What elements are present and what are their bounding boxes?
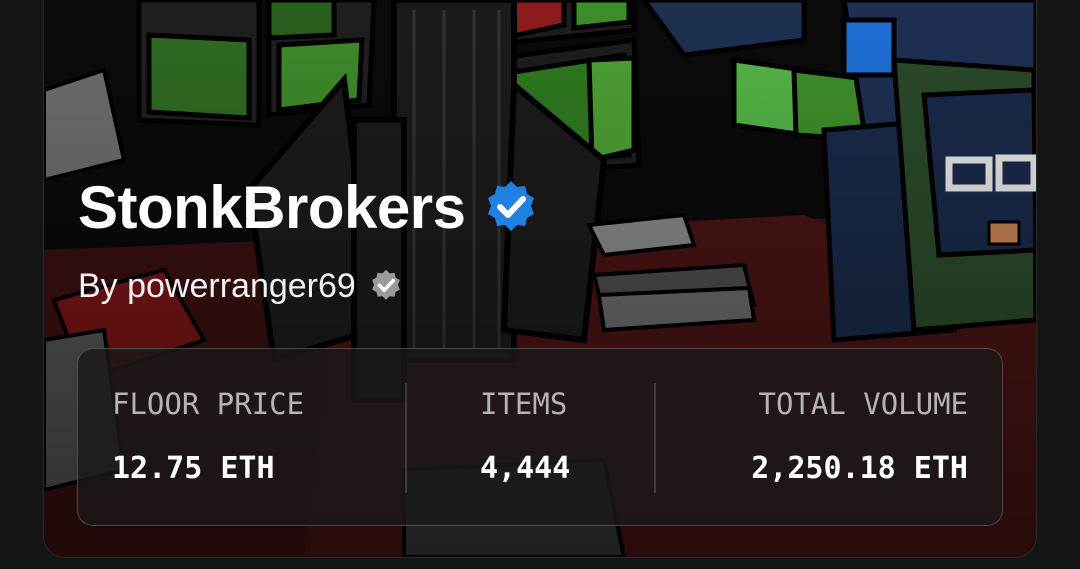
verified-check-icon	[488, 181, 535, 231]
stat-floor-price: FLOOR PRICE 12.75 ETH	[112, 349, 402, 525]
stat-divider	[654, 383, 656, 493]
stat-items: ITEMS 4,444	[408, 349, 658, 525]
stat-label: ITEMS	[480, 387, 568, 421]
stat-value: 12.75 ETH	[112, 451, 275, 486]
stat-label: FLOOR PRICE	[112, 387, 305, 421]
collection-stats-panel: FLOOR PRICE 12.75 ETH ITEMS 4,444 TOTAL …	[77, 348, 1003, 526]
creator-row: By powerranger69	[78, 268, 404, 304]
collection-title-row: StonkBrokers	[78, 178, 541, 238]
stat-label: TOTAL VOLUME	[758, 387, 968, 421]
stat-divider	[405, 383, 407, 493]
stat-value: 4,444	[480, 451, 571, 486]
creator-name[interactable]: By powerranger69	[78, 269, 356, 303]
collection-title: StonkBrokers	[78, 174, 466, 241]
stat-value: 2,250.18 ETH	[751, 451, 968, 486]
collection-header-card: StonkBrokers By powerranger69 FLOOR PRIC…	[43, 0, 1037, 558]
verified-check-icon	[372, 269, 400, 300]
stat-total-volume: TOTAL VOLUME 2,250.18 ETH	[668, 349, 968, 525]
